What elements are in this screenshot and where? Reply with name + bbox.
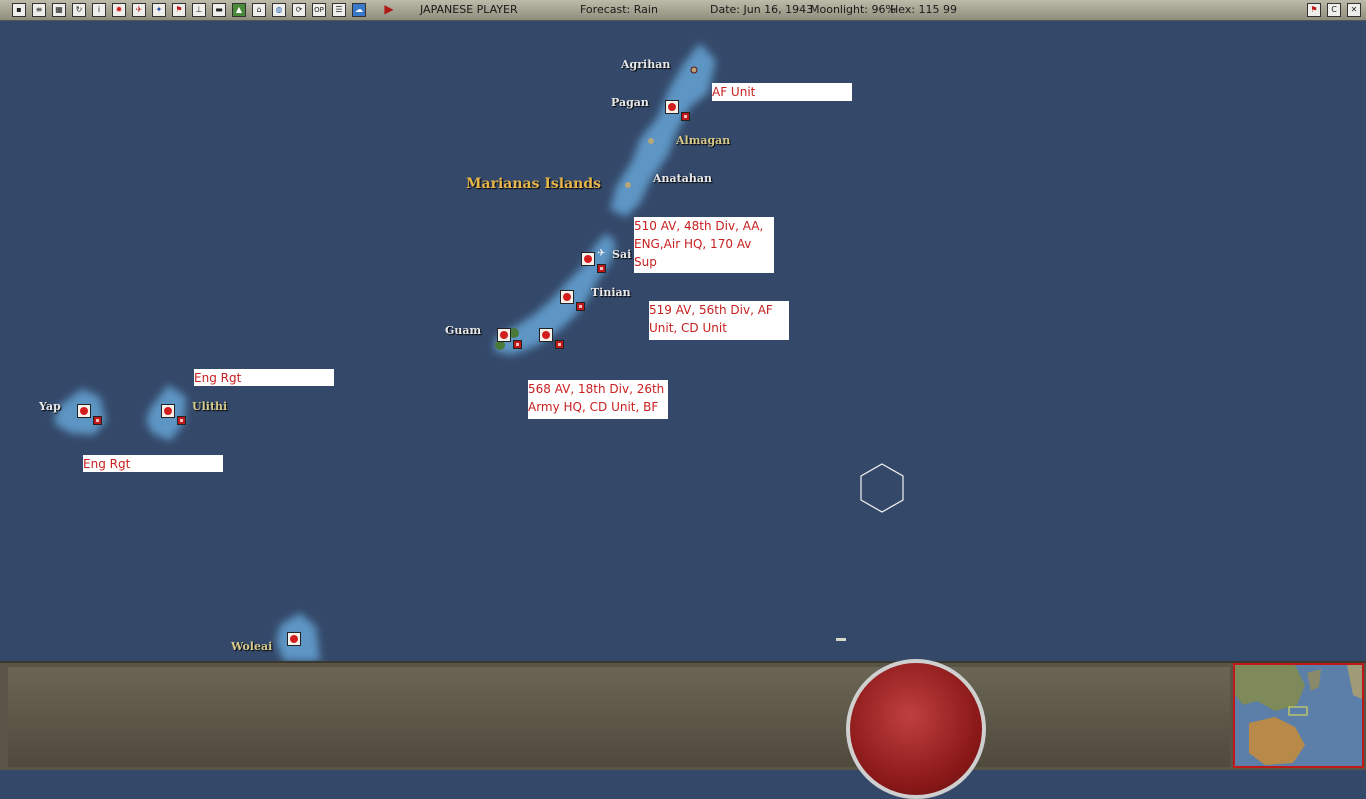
c-icon[interactable]: C (1327, 3, 1341, 17)
close-icon[interactable]: ✕ (1347, 3, 1361, 17)
note-pagan[interactable]: AF Unit (712, 83, 852, 101)
hex-cursor (860, 463, 904, 513)
moonlight: Moonlight: 96% (810, 3, 896, 16)
label-woleai: Woleai (231, 640, 273, 653)
unit-saipan[interactable] (597, 264, 606, 273)
cycle-icon[interactable]: ⟳ (292, 3, 306, 17)
truck-icon[interactable]: ▬ (212, 3, 226, 17)
label-yap: Yap (39, 400, 61, 413)
minimap[interactable] (1233, 663, 1364, 768)
base-yap[interactable] (77, 404, 91, 418)
refresh-icon[interactable]: ↻ (72, 3, 86, 17)
terrain-icon[interactable]: ▲ (232, 3, 246, 17)
weather-forecast: Forecast: Rain (580, 3, 658, 16)
label-agrihan: Agrihan (621, 58, 671, 71)
base-saipan[interactable] (581, 252, 595, 266)
top-toolbar: ▪ ≡ ▦ ↻ i ✹ ✈ ✦ ⚑ ⊥ ▬ ▲ ⌂ ◍ ⟳ OP ☰ ☁ ▶ J… (0, 0, 1366, 21)
menu-icon[interactable]: ▪ (12, 3, 26, 17)
note-tinian[interactable]: 519 AV, 56th Div, AF Unit, CD Unit (649, 301, 789, 340)
label-almagan: Almagan (676, 134, 731, 147)
end-turn-icon[interactable]: ▶ (382, 3, 396, 17)
calendar-icon[interactable]: ▦ (52, 3, 66, 17)
hex-coordinates: Hex: 115 99 (890, 3, 958, 16)
info-panel (8, 667, 1230, 767)
unit-pagan[interactable] (681, 112, 690, 121)
airfield-icon[interactable]: ⊥ (192, 3, 206, 17)
unit-orote[interactable] (555, 340, 564, 349)
note-ulithi[interactable]: Eng Rgt (194, 369, 334, 386)
aircraft-icon[interactable]: ✈ (132, 3, 146, 17)
japan-emblem (846, 659, 986, 799)
bottom-panel (0, 659, 1366, 799)
base-icon[interactable]: ⌂ (252, 3, 266, 17)
unit-ulithi[interactable] (177, 416, 186, 425)
label-saipan: Sai (612, 248, 632, 261)
globe-icon[interactable]: ◍ (272, 3, 286, 17)
label-ulithi: Ulithi (192, 400, 228, 413)
cloud-icon[interactable]: ☁ (352, 3, 366, 17)
game-date: Date: Jun 16, 1943 (710, 3, 814, 16)
base-guam[interactable] (497, 328, 511, 342)
unit-yap[interactable] (93, 416, 102, 425)
region-label: Marianas Islands (466, 176, 602, 192)
strategic-map[interactable]: Marianas Islands Agrihan Pagan Almagan A… (0, 21, 1366, 661)
label-pagan: Pagan (611, 96, 649, 109)
label-anatahan: Anatahan (653, 172, 712, 185)
label-tinian: Tinian (591, 286, 631, 299)
ship-saipan[interactable]: ✈ (597, 248, 605, 259)
base-orote[interactable] (539, 328, 553, 342)
label-guam: Guam (445, 324, 482, 337)
player-side: JAPANESE PLAYER (420, 3, 518, 16)
info-icon[interactable]: i (92, 3, 106, 17)
ship-icon[interactable]: ✦ (152, 3, 166, 17)
note-guam[interactable]: 568 AV, 18th Div, 26th Army HQ, CD Unit,… (528, 380, 668, 419)
base-ulithi[interactable] (161, 404, 175, 418)
report-icon[interactable]: ☰ (332, 3, 346, 17)
note-yap[interactable]: Eng Rgt (83, 455, 223, 472)
note-saipan[interactable]: 510 AV, 48th Div, AA, ENG,Air HQ, 170 Av… (634, 217, 774, 273)
flag-icon[interactable]: ⚑ (172, 3, 186, 17)
unit-tinian[interactable] (576, 302, 585, 311)
flag-red-icon[interactable]: ⚑ (1307, 3, 1321, 17)
base-pagan[interactable] (665, 100, 679, 114)
unit-guam[interactable] (513, 340, 522, 349)
document-icon[interactable]: ≡ (32, 3, 46, 17)
rising-sun-icon[interactable]: ✹ (112, 3, 126, 17)
op-icon[interactable]: OP (312, 3, 326, 17)
minimap-terrain (1235, 665, 1362, 765)
base-woleai[interactable] (287, 632, 301, 646)
base-tinian[interactable] (560, 290, 574, 304)
